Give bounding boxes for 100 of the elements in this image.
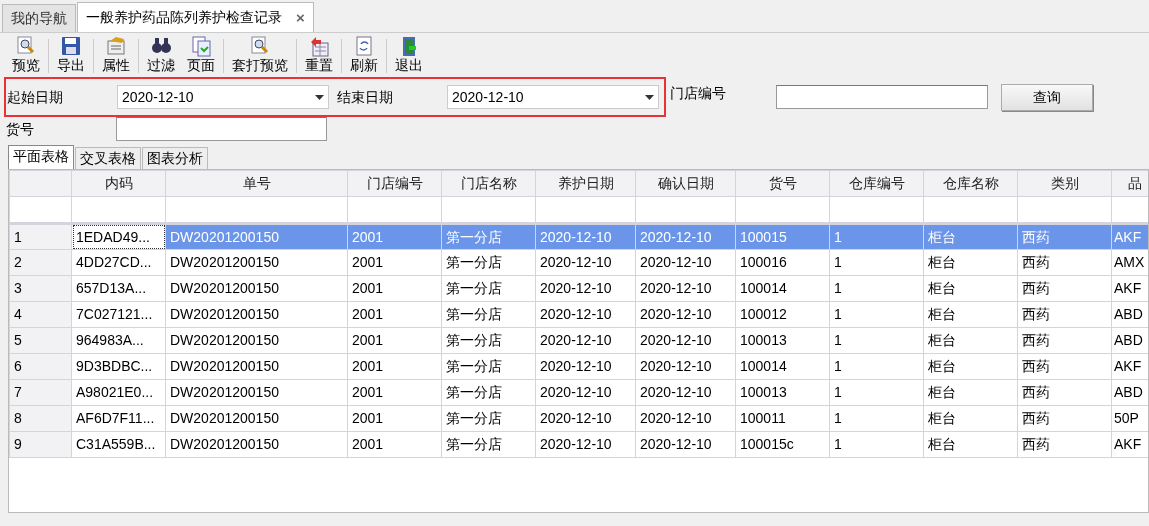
table-cell: 657D13A... <box>71 275 166 302</box>
table-cell: 100011 <box>735 405 830 432</box>
table-cell: A98021E0... <box>71 379 166 406</box>
row-number: 3 <box>9 275 72 302</box>
filter-cell[interactable] <box>923 196 1018 224</box>
row-number: 4 <box>9 301 72 328</box>
table-cell: DW20201200150 <box>165 431 348 458</box>
table-cell: 100014 <box>735 275 830 302</box>
column-header[interactable]: 养护日期 <box>535 170 636 197</box>
view-tab[interactable]: 交叉表格 <box>75 147 141 169</box>
table-cell: 2020-12-10 <box>635 379 736 406</box>
query-button[interactable]: 查询 <box>1001 83 1093 111</box>
toolbar-button[interactable]: 预览 <box>6 35 46 77</box>
table-cell: 西药 <box>1017 379 1112 406</box>
date-dropdown[interactable]: 2020-12-10 <box>117 85 329 109</box>
column-header[interactable]: 类别 <box>1017 170 1112 197</box>
table-cell: 西药 <box>1017 301 1112 328</box>
filter-cell[interactable] <box>735 196 830 224</box>
table-cell: 第一分店 <box>441 275 536 302</box>
column-header[interactable]: 门店名称 <box>441 170 536 197</box>
filter-cell[interactable] <box>347 196 442 224</box>
table-cell: 7C027121... <box>71 301 166 328</box>
column-header[interactable]: 仓库编号 <box>829 170 924 197</box>
toolbar-button[interactable]: 页面 <box>181 35 221 77</box>
table-cell: 第一分店 <box>441 353 536 380</box>
table-cell: 柜台 <box>923 353 1018 380</box>
table-cell: 1 <box>829 249 924 276</box>
toolbar-button[interactable]: 导出 <box>51 35 91 77</box>
filter-cell[interactable] <box>441 196 536 224</box>
document-tab[interactable]: 一般养护药品陈列养护检查记录 × <box>77 2 314 32</box>
filter-cell[interactable] <box>535 196 636 224</box>
table-cell: 西药 <box>1017 223 1112 250</box>
column-header[interactable]: 内码 <box>71 170 166 197</box>
table-cell: 1 <box>829 327 924 354</box>
filter-cell[interactable] <box>1017 196 1112 224</box>
table-cell: 1 <box>829 223 924 250</box>
table-cell: DW20201200150 <box>165 223 348 250</box>
input-field[interactable] <box>776 85 988 109</box>
refresh-document-icon <box>353 35 375 57</box>
table-cell: 2020-12-10 <box>635 405 736 432</box>
input-field[interactable] <box>116 117 327 141</box>
table-cell: 2020-12-10 <box>635 431 736 458</box>
magnifier-document-icon <box>249 35 271 57</box>
table-cell: 西药 <box>1017 405 1112 432</box>
column-header[interactable]: 门店编号 <box>347 170 442 197</box>
table-cell: 2020-12-10 <box>635 275 736 302</box>
table-cell: 2001 <box>347 431 442 458</box>
table-cell: 柜台 <box>923 249 1018 276</box>
table-cell: 柜台 <box>923 405 1018 432</box>
row-number: 2 <box>9 249 72 276</box>
row-number: 5 <box>9 327 72 354</box>
document-tab[interactable]: 我的导航 <box>2 4 76 32</box>
table-cell: 100016 <box>735 249 830 276</box>
table-cell: 2020-12-10 <box>535 327 636 354</box>
filter-cell[interactable] <box>71 196 166 224</box>
view-tab[interactable]: 平面表格 <box>8 145 74 169</box>
table-cell: 西药 <box>1017 249 1112 276</box>
row-number: 6 <box>9 353 72 380</box>
table-cell: 西药 <box>1017 353 1112 380</box>
toolbar-button[interactable]: 刷新 <box>344 35 384 77</box>
column-header[interactable]: 仓库名称 <box>923 170 1018 197</box>
row-number: 8 <box>9 405 72 432</box>
column-header[interactable]: 单号 <box>165 170 348 197</box>
field-label: 起始日期 <box>7 87 64 107</box>
table-cell: 2001 <box>347 223 442 250</box>
table-cell: 2020-12-10 <box>635 301 736 328</box>
table-cell: 柜台 <box>923 275 1018 302</box>
date-dropdown[interactable]: 2020-12-10 <box>447 85 659 109</box>
table-cell: 100014 <box>735 353 830 380</box>
table-cell: 2020-12-10 <box>535 223 636 250</box>
table-cell: 2020-12-10 <box>635 327 736 354</box>
toolbar-button[interactable]: 套打预览 <box>226 35 294 77</box>
view-tab[interactable]: 图表分析 <box>142 147 208 169</box>
table-cell: 柜台 <box>923 327 1018 354</box>
table-cell: 2020-12-10 <box>635 249 736 276</box>
close-button[interactable]: × <box>296 8 305 27</box>
filter-cell[interactable] <box>635 196 736 224</box>
table-cell: DW20201200150 <box>165 405 348 432</box>
table-cell: 西药 <box>1017 275 1112 302</box>
table-cell: 2020-12-10 <box>535 275 636 302</box>
table-cell: DW20201200150 <box>165 353 348 380</box>
table-cell: 2001 <box>347 249 442 276</box>
header-corner <box>9 170 72 197</box>
table-cell: 2001 <box>347 405 442 432</box>
table-cell: 第一分店 <box>441 301 536 328</box>
toolbar-button[interactable]: 退出 <box>389 35 429 77</box>
toolbar-button[interactable]: 过滤 <box>141 35 181 77</box>
filter-cell[interactable] <box>165 196 348 224</box>
dropdown-caret-icon <box>645 94 654 100</box>
column-header[interactable]: 确认日期 <box>635 170 736 197</box>
table-cell: 西药 <box>1017 431 1112 458</box>
filter-cell[interactable] <box>829 196 924 224</box>
table-cell: 2001 <box>347 327 442 354</box>
column-header[interactable]: 品 <box>1111 170 1148 197</box>
table-cell: 9D3BDBC... <box>71 353 166 380</box>
column-header[interactable]: 货号 <box>735 170 830 197</box>
table-cell: 第一分店 <box>441 431 536 458</box>
table-cell: 100015 <box>735 223 830 250</box>
toolbar-button[interactable]: 属性 <box>96 35 136 77</box>
toolbar-button[interactable]: 重置 <box>299 35 339 77</box>
